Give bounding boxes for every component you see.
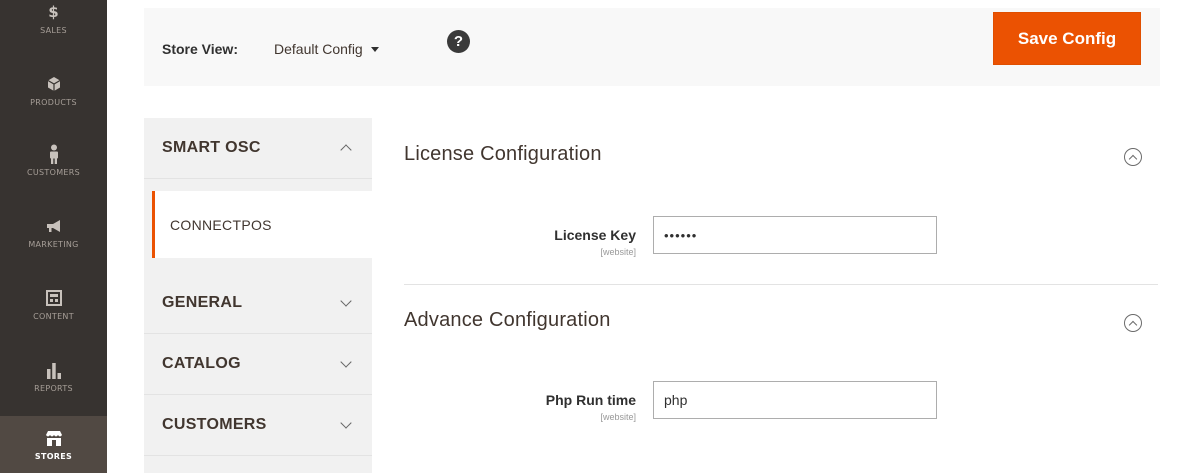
menu-label-stores: Stores [34,452,73,461]
store-view-toolbar: Store View: Default Config ? Save Config [144,8,1160,86]
person-icon [43,144,65,164]
tab-title-catalog: CATALOG [162,355,241,372]
menu-label-sales: Sales [40,25,67,35]
tab-item-connectpos[interactable]: CONNECTPOS [152,191,372,258]
bar-chart-icon [43,360,65,380]
menu-item-reports[interactable]: Reports [0,344,107,408]
tab-smart-osc[interactable]: SMART OSC [144,118,372,179]
menu-item-marketing[interactable]: Marketing [0,200,107,264]
menu-item-sales[interactable]: $ Sales [0,0,107,50]
menu-item-content[interactable]: Content [0,272,107,336]
section-title-advance[interactable]: Advance Configuration [404,309,611,332]
license-key-scope: [website] [600,247,636,257]
chevron-down-icon [340,295,352,307]
dollar-icon: $ [48,2,59,21]
section-title-license[interactable]: License Configuration [404,143,602,166]
menu-label-reports: Reports [34,383,73,393]
tab-title-general: GENERAL [162,294,243,311]
collapse-circle-icon[interactable] [1124,148,1142,166]
collapse-circle-icon[interactable] [1124,314,1142,332]
tab-general[interactable]: GENERAL [144,273,372,334]
advance-configuration-section: Advance Configuration Php Run time [webs… [404,306,1158,446]
chevron-down-icon [340,417,352,429]
menu-item-customers[interactable]: Customers [0,128,107,192]
menu-item-products[interactable]: Products [0,58,107,122]
store-view-label: Store View: [162,41,238,57]
admin-sidebar-menu: $ Sales Products Customers Marketing C [0,0,107,473]
store-view-selected: Default Config [274,41,363,57]
config-tabs: SMART OSC CONNECTPOS GENERAL CATALOG CUS… [144,118,372,473]
store-view-dropdown[interactable]: Default Config [274,41,379,57]
menu-label-content: Content [33,311,74,321]
layout-icon [43,288,65,308]
license-key-label: License Key [554,227,636,243]
tab-catalog[interactable]: CATALOG [144,334,372,395]
tab-title-customers: CUSTOMERS [162,416,267,433]
menu-label-products: Products [30,97,77,107]
php-run-time-input[interactable] [653,381,937,419]
menu-item-stores[interactable]: Stores [0,416,107,473]
license-key-input[interactable] [653,216,937,254]
menu-label-customers: Customers [27,167,80,177]
chevron-up-icon [340,144,352,156]
magento-admin-config-page: $ Sales Products Customers Marketing C [0,0,1184,473]
storefront-icon [43,428,65,448]
section-divider [404,284,1158,285]
help-icon[interactable]: ? [447,30,470,53]
cube-icon [43,74,65,94]
caret-down-icon [370,46,379,52]
tab-item-label-connectpos: CONNECTPOS [170,216,272,233]
license-configuration-section: License Configuration License Key [websi… [404,140,1158,280]
save-config-button[interactable]: Save Config [993,12,1141,65]
php-run-time-scope: [website] [600,412,636,422]
megaphone-icon [43,216,65,236]
tab-customers[interactable]: CUSTOMERS [144,395,372,456]
menu-label-marketing: Marketing [28,239,79,249]
chevron-down-icon [340,356,352,368]
php-run-time-label: Php Run time [545,392,636,408]
tab-title-smart-osc: SMART OSC [162,139,261,156]
